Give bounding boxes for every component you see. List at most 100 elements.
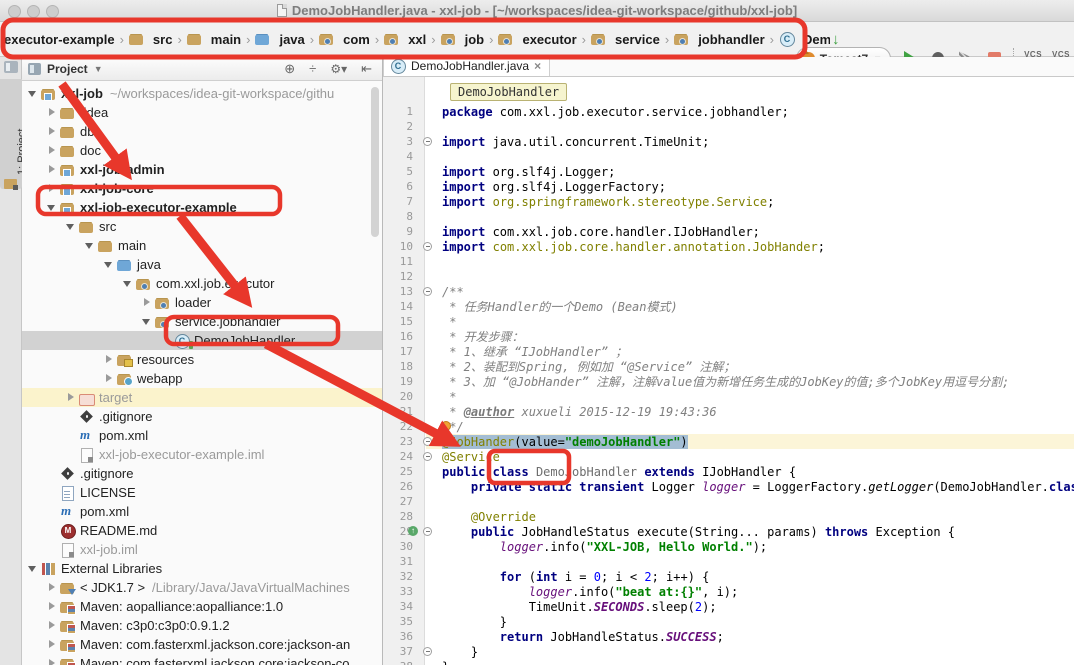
breadcrumb-item-java[interactable]: java — [253, 30, 306, 49]
maven-lib-icon — [60, 657, 76, 665]
project-tree-scrollbar[interactable] — [371, 87, 379, 237]
chevron-right-icon[interactable] — [45, 619, 58, 632]
fold-marker-icon[interactable] — [423, 287, 432, 296]
tree-item-gitignore[interactable]: .gitignore — [22, 464, 382, 483]
chevron-right-icon[interactable] — [45, 638, 58, 651]
close-icon[interactable]: × — [534, 59, 541, 73]
tree-item-doc[interactable]: doc — [22, 141, 382, 160]
project-panel-title[interactable]: Project — [47, 62, 88, 76]
window-minimize-button[interactable] — [27, 5, 40, 18]
tree-item-target[interactable]: target — [22, 388, 382, 407]
breadcrumb-item-job[interactable]: job — [439, 30, 487, 49]
tree-item-demojobhandler[interactable]: DemoJobHandler — [22, 331, 382, 350]
tree-item-main[interactable]: main — [22, 236, 382, 255]
tool-window-icon — [4, 61, 18, 73]
code-line-14: 14 * 任务Handler的一个Demo (Bean模式) — [383, 299, 1074, 314]
code-area: 1package com.xxl.job.executor.service.jo… — [383, 104, 1074, 665]
tree-item-java[interactable]: java — [22, 255, 382, 274]
chevron-right-icon[interactable] — [45, 581, 58, 594]
chevron-right-icon[interactable] — [140, 296, 153, 309]
chevron-right-icon[interactable] — [102, 372, 115, 385]
tree-item-license[interactable]: LICENSE — [22, 483, 382, 502]
tree-item-xxl-job[interactable]: xxl-job~/workspaces/idea-git-workspace/g… — [22, 84, 382, 103]
tree-item-idea[interactable]: .idea — [22, 103, 382, 122]
fold-marker-icon[interactable] — [423, 647, 432, 656]
tree-item-maven-c3p0-c3p0-0-9-1-2[interactable]: Maven: c3p0:c3p0:0.9.1.2 — [22, 616, 382, 635]
settings-gear-button[interactable]: ⚙▾ — [326, 62, 351, 76]
tree-item-db[interactable]: db — [22, 122, 382, 141]
code-line-24: 24@Service — [383, 449, 1074, 464]
fold-marker-icon[interactable] — [423, 437, 432, 446]
code-line-36: 36 return JobHandleStatus.SUCCESS; — [383, 629, 1074, 644]
breadcrumb-item-executor[interactable]: executor — [496, 30, 578, 49]
chevron-down-icon[interactable]: ▼ — [94, 64, 103, 74]
chevron-right-icon[interactable] — [64, 391, 77, 404]
tree-item-xxl-job-executor-example[interactable]: xxl-job-executor-example — [22, 198, 382, 217]
fold-marker-icon[interactable] — [423, 527, 432, 536]
chevron-down-icon[interactable] — [102, 258, 115, 271]
package-icon — [441, 32, 457, 46]
chevron-right-icon[interactable] — [102, 353, 115, 366]
chevron-down-icon[interactable] — [121, 277, 134, 290]
code-line-29: 29↑ public JobHandleStatus execute(Strin… — [383, 524, 1074, 539]
breadcrumb-item-executor-example[interactable]: executor-example — [2, 30, 117, 49]
tree-item-resources[interactable]: resources — [22, 350, 382, 369]
chevron-down-icon[interactable] — [45, 201, 58, 214]
chevron-down-icon[interactable] — [140, 315, 153, 328]
fold-marker-icon[interactable] — [423, 452, 432, 461]
tree-item-maven-aopalliance-aopalliance-1-0[interactable]: Maven: aopalliance:aopalliance:1.0 — [22, 597, 382, 616]
tree-item-readme-md[interactable]: README.md — [22, 521, 382, 540]
navbar-jump-down-icon[interactable]: ↓ — [832, 31, 840, 48]
breadcrumb-item-main[interactable]: main — [185, 30, 243, 49]
chevron-right-icon[interactable] — [45, 163, 58, 176]
code-line-13: 13/** — [383, 284, 1074, 299]
breadcrumb-item-service[interactable]: service — [589, 30, 662, 49]
chevron-down-icon[interactable] — [64, 220, 77, 233]
tree-item-xxl-job-admin[interactable]: xxl-job-admin — [22, 160, 382, 179]
breadcrumb-item-jobhandler[interactable]: jobhandler — [672, 30, 766, 49]
chevron-right-icon[interactable] — [45, 182, 58, 195]
editor-tab-demojobhandler[interactable]: DemoJobHandler.java × — [383, 57, 550, 76]
project-tool-window-tab[interactable]: 1: Project — [0, 79, 22, 189]
hide-panel-button[interactable]: ⇤ — [357, 61, 376, 77]
tree-item-com-xxl-job-executor[interactable]: com.xxl.job.executor — [22, 274, 382, 293]
chevron-right-icon[interactable] — [45, 657, 58, 665]
tree-item-jdk1-7[interactable]: < JDK1.7 >/Library/Java/JavaVirtualMachi… — [22, 578, 382, 597]
tree-item-maven-com-fasterxml-jackson-core-jackson-co[interactable]: Maven: com.fasterxml.jackson.core:jackso… — [22, 654, 382, 665]
collapse-all-button[interactable]: ÷ — [305, 61, 320, 76]
breadcrumb-item-src[interactable]: src — [127, 30, 175, 49]
code-line-22: 22 */ — [383, 419, 1074, 434]
code-line-5: 5import org.slf4j.Logger; — [383, 164, 1074, 179]
breadcrumb-chip[interactable]: DemoJobHandler — [450, 83, 567, 101]
tree-item-webapp[interactable]: webapp — [22, 369, 382, 388]
chevron-right-icon[interactable] — [45, 600, 58, 613]
window-zoom-button[interactable] — [46, 5, 59, 18]
breadcrumb-item-demojobhandler[interactable]: DemoJobHandler — [777, 30, 830, 49]
overriding-method-icon[interactable]: ↑ — [408, 526, 418, 536]
chevron-right-icon[interactable] — [45, 144, 58, 157]
tree-item-pom-xml[interactable]: pom.xml — [22, 502, 382, 521]
tree-item-service-jobhandler[interactable]: service.jobhandler — [22, 312, 382, 331]
chevron-down-icon[interactable] — [26, 562, 39, 575]
tree-item-xxl-job-executor-example-iml[interactable]: xxl-job-executor-example.iml — [22, 445, 382, 464]
tree-item-src[interactable]: src — [22, 217, 382, 236]
tree-item-pom-xml[interactable]: pom.xml — [22, 426, 382, 445]
intention-bulb-icon[interactable] — [441, 421, 451, 431]
fold-marker-icon[interactable] — [423, 137, 432, 146]
window-close-button[interactable] — [8, 5, 21, 18]
breadcrumb-item-xxl[interactable]: xxl — [382, 30, 428, 49]
excluded-folder-icon — [79, 391, 95, 405]
tree-item-xxl-job-core[interactable]: xxl-job-core — [22, 179, 382, 198]
chevron-down-icon[interactable] — [26, 87, 39, 100]
chevron-right-icon[interactable] — [45, 125, 58, 138]
fold-marker-icon[interactable] — [423, 242, 432, 251]
tree-item-gitignore[interactable]: .gitignore — [22, 407, 382, 426]
tree-item-external-libraries[interactable]: External Libraries — [22, 559, 382, 578]
tree-item-loader[interactable]: loader — [22, 293, 382, 312]
chevron-right-icon[interactable] — [45, 106, 58, 119]
breadcrumb-item-com[interactable]: com — [317, 30, 372, 49]
locate-file-button[interactable]: ⊕ — [280, 61, 299, 77]
tree-item-maven-com-fasterxml-jackson-core-jackson-an[interactable]: Maven: com.fasterxml.jackson.core:jackso… — [22, 635, 382, 654]
chevron-down-icon[interactable] — [83, 239, 96, 252]
tree-item-xxl-job-iml[interactable]: xxl-job.iml — [22, 540, 382, 559]
